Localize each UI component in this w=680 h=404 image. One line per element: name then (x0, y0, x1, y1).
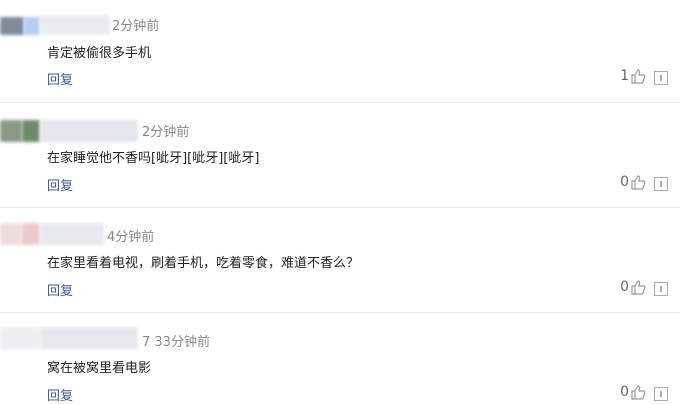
comment-text: 肯定被偷很多手机 (47, 46, 152, 61)
like-count: 1 (620, 68, 629, 84)
comment-item: 2分钟前 肯定被偷很多手机 回复 1 (0, 0, 680, 103)
comment-text: 在家睡觉他不香吗[呲牙][呲牙][呲牙] (47, 151, 260, 166)
comment-item: 7 33分钟前 窝在被窝里看电影 回复 0 (0, 313, 680, 404)
report-icon[interactable] (654, 177, 668, 191)
thumbs-up-icon (631, 385, 646, 400)
comment-time: 4分钟前 (107, 230, 155, 245)
comment-time: 2分钟前 (142, 125, 190, 140)
comment-text: 窝在被窝里看电影 (47, 361, 152, 376)
like-count: 0 (620, 174, 629, 190)
like-count: 0 (620, 279, 629, 295)
report-icon[interactable] (654, 387, 668, 401)
reply-button[interactable]: 回复 (47, 175, 73, 194)
comment-time: 7 33分钟前 (142, 335, 210, 350)
like-count: 0 (620, 384, 629, 400)
like-button[interactable]: 1 (620, 68, 646, 84)
report-icon[interactable] (654, 282, 668, 296)
comment-item: 4分钟前 在家里看着电视，刷着手机，吃着零食，难道不香么？ 回复 0 (0, 208, 680, 313)
comment-time: 2分钟前 (112, 19, 160, 34)
comment-item: 2分钟前 在家睡觉他不香吗[呲牙][呲牙][呲牙] 回复 0 (0, 103, 680, 208)
like-button[interactable]: 0 (620, 384, 646, 400)
reply-button[interactable]: 回复 (47, 280, 73, 299)
thumbs-up-icon (631, 280, 646, 295)
reply-button[interactable]: 回复 (47, 385, 73, 404)
thumbs-up-icon (631, 175, 646, 190)
comment-text: 在家里看着电视，刷着手机，吃着零食，难道不香么？ (47, 256, 360, 271)
report-icon[interactable] (654, 71, 668, 85)
thumbs-up-icon (631, 69, 646, 84)
like-button[interactable]: 0 (620, 174, 646, 190)
like-button[interactable]: 0 (620, 279, 646, 295)
reply-button[interactable]: 回复 (47, 69, 73, 88)
